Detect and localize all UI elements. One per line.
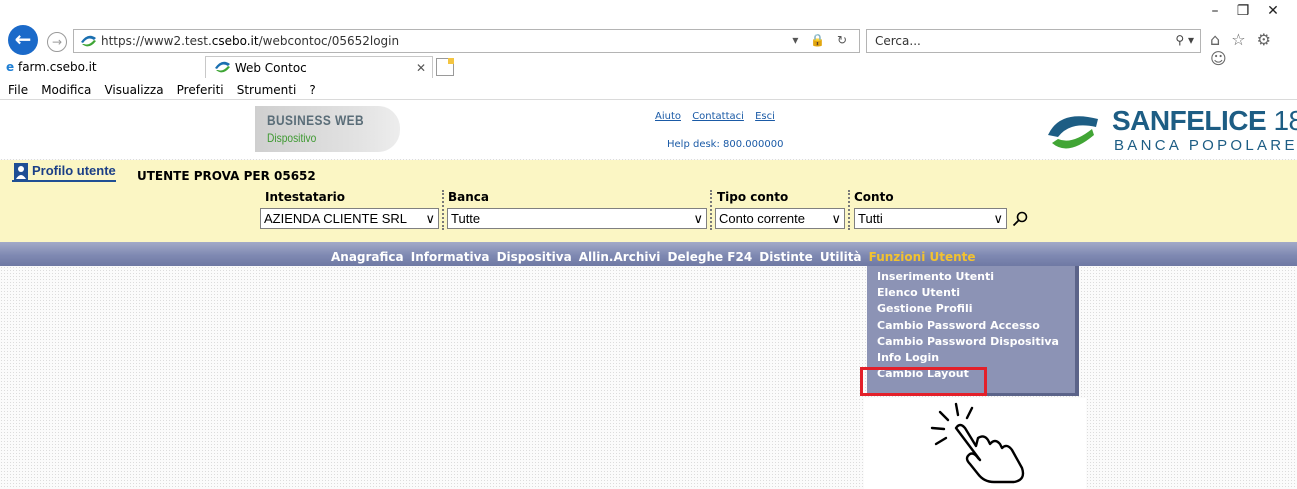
user-profile-icon — [14, 163, 28, 180]
nav-dispositiva[interactable]: Dispositiva — [497, 250, 572, 264]
user-name: UTENTE PROVA PER 05652 — [137, 169, 316, 183]
chevron-down-icon: ∨ — [831, 211, 841, 226]
tipo-conto-select[interactable]: Conto corrente ∨ — [715, 208, 845, 229]
pointing-hand-icon — [930, 402, 1025, 484]
menu-preferiti[interactable]: Preferiti — [177, 80, 224, 101]
contact-link[interactable]: Contattaci — [692, 111, 744, 122]
menu-strumenti[interactable]: Strumenti — [237, 80, 297, 101]
ie-icon: e — [6, 60, 15, 74]
header-links: Aiuto Contattaci Esci — [655, 111, 783, 122]
address-row: ← → https://www2.test.csebo.it/webcontoc… — [0, 22, 1297, 68]
tab-profile[interactable]: Profilo utente — [12, 163, 116, 182]
nav-allin-archivi[interactable]: Allin.Archivi — [579, 250, 661, 264]
intestatario-label: Intestatario — [265, 190, 345, 204]
site-favicon-icon — [81, 35, 96, 47]
business-web-banner: BUSINESS WEB Dispositivo — [255, 106, 400, 152]
banner-subtitle: Dispositivo — [267, 131, 317, 145]
new-tab-button[interactable] — [436, 58, 454, 76]
minimize-icon[interactable]: – — [1200, 2, 1230, 20]
intestatario-select[interactable]: AZIENDA CLIENTE SRL ∨ — [260, 208, 439, 229]
bank-subtitle: BANCA POPOLARE — [1114, 137, 1297, 154]
address-bar[interactable]: https://www2.test.csebo.it/webcontoc/056… — [73, 29, 860, 53]
tab-farm[interactable]: e farm.csebo.it — [6, 56, 202, 78]
bank-name: SANFELICE 1893 — [1112, 105, 1297, 136]
tab-web-contoc[interactable]: Web Contoc ✕ — [205, 56, 433, 78]
nav-informativa[interactable]: Informativa — [411, 250, 490, 264]
chevron-down-icon: ∨ — [425, 211, 435, 226]
menu-item-inserimento-utenti[interactable]: Inserimento Utenti — [877, 269, 1059, 285]
nav-deleghe-f24[interactable]: Deleghe F24 — [668, 250, 753, 264]
nav-utilita[interactable]: Utilità — [820, 250, 862, 264]
site-favicon-icon — [215, 61, 230, 73]
cursor-hint — [864, 398, 1086, 489]
banca-select[interactable]: Tutte ∨ — [447, 208, 707, 229]
menu-item-cambio-password-dispositiva[interactable]: Cambio Password Dispositiva — [877, 334, 1059, 350]
menu-help[interactable]: ? — [309, 80, 315, 101]
page-content: BUSINESS WEB Dispositivo Aiuto Contattac… — [0, 101, 1297, 489]
help-link[interactable]: Aiuto — [655, 111, 681, 122]
chevron-down-icon: ∨ — [693, 211, 703, 226]
logout-link[interactable]: Esci — [755, 111, 775, 122]
separator — [710, 190, 712, 230]
restore-icon[interactable]: ❐ — [1228, 2, 1258, 20]
page-header: BUSINESS WEB Dispositivo Aiuto Contattac… — [0, 101, 1297, 159]
menu-item-cambio-password-accesso[interactable]: Cambio Password Accesso — [877, 318, 1059, 334]
menu-bar: File Modifica Visualizza Preferiti Strum… — [0, 79, 1297, 100]
close-icon[interactable]: ✕ — [1258, 2, 1288, 20]
nav-distinte[interactable]: Distinte — [759, 250, 812, 264]
nav-anagrafica[interactable]: Anagrafica — [331, 250, 404, 264]
address-bar-icons[interactable]: ▾ 🔒 ↻ — [792, 33, 851, 47]
menu-item-gestione-profili[interactable]: Gestione Profili — [877, 301, 1059, 317]
search-icon[interactable]: ⚲ ▾ — [1175, 33, 1194, 47]
tipo-conto-label: Tipo conto — [717, 190, 789, 204]
search-icon[interactable] — [1012, 211, 1028, 227]
main-navbar: Anagrafica Informativa Dispositiva Allin… — [0, 242, 1297, 266]
filter-bar: Profilo utente UTENTE PROVA PER 05652 In… — [0, 160, 1297, 242]
conto-select[interactable]: Tutti ∨ — [854, 208, 1007, 229]
search-input[interactable]: Cerca... ⚲ ▾ — [866, 29, 1201, 53]
url-text: https://www2.test.csebo.it/webcontoc/056… — [101, 34, 400, 48]
search-placeholder: Cerca... — [875, 34, 921, 48]
highlight-box — [860, 367, 987, 396]
menu-item-elenco-utenti[interactable]: Elenco Utenti — [877, 285, 1059, 301]
nav-funzioni-utente[interactable]: Funzioni Utente — [869, 250, 976, 264]
window-titlebar: – ❐ ✕ — [0, 0, 1297, 20]
sanfelice-logo-icon — [1048, 116, 1098, 149]
tab-row: e farm.csebo.it Web Contoc ✕ — [0, 56, 1297, 78]
forward-button[interactable]: → — [47, 32, 67, 52]
close-tab-icon[interactable]: ✕ — [416, 57, 426, 79]
banner-title: BUSINESS WEB — [267, 112, 365, 128]
chevron-down-icon: ∨ — [993, 211, 1003, 226]
menu-file[interactable]: File — [8, 80, 28, 101]
menu-modifica[interactable]: Modifica — [41, 80, 91, 101]
menu-visualizza[interactable]: Visualizza — [104, 80, 163, 101]
separator — [848, 190, 850, 230]
helpdesk-number: Help desk: 800.000000 — [667, 139, 784, 150]
back-button[interactable]: ← — [8, 25, 38, 55]
menu-item-info-login[interactable]: Info Login — [877, 350, 1059, 366]
separator — [442, 190, 444, 230]
banca-label: Banca — [448, 190, 489, 204]
conto-label: Conto — [854, 190, 894, 204]
